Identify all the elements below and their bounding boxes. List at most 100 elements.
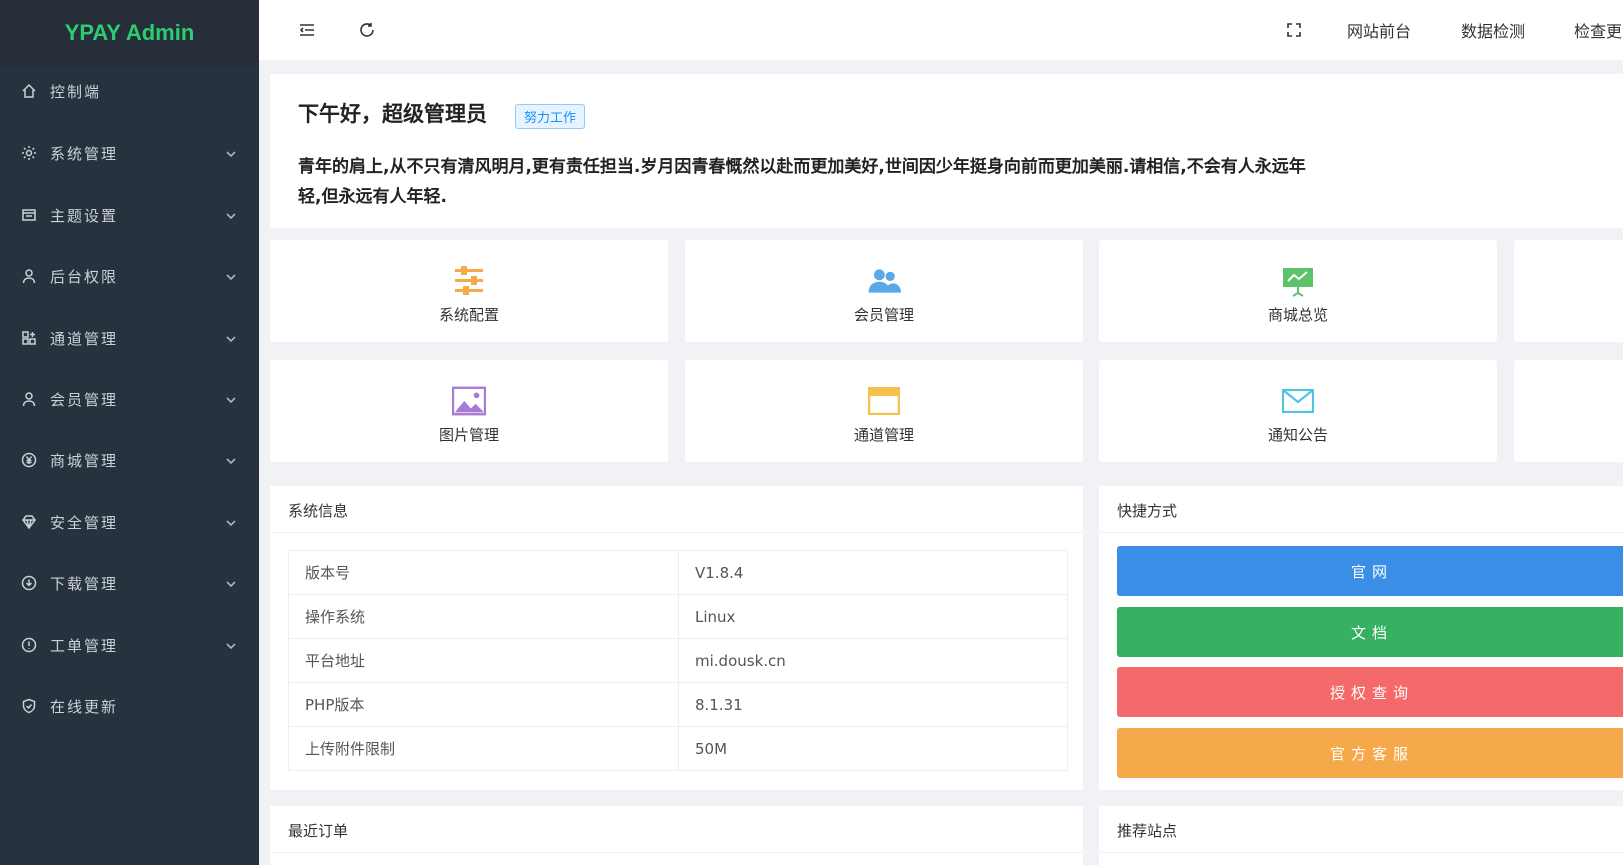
chevron-down-icon [225,269,239,283]
sidebar-item-label: 主题设置 [50,206,119,225]
shortcut-label: 系统配置 [438,306,499,324]
info-value: V1.8.4 [678,550,1068,595]
sidebar-item-label: 下载管理 [50,574,119,593]
table-row: 平台地址 mi.dousk.cn [288,638,1068,683]
sidebar: YPAY Admin 控制端 系统管理 主题设置 后台权限 通道管理 会员管理 … [0,0,259,865]
divider [1099,852,1623,853]
panel-title: 快捷方式 [1117,502,1178,520]
shortcut-card-channel[interactable]: 通道管理 [685,360,1083,462]
shield-icon [20,697,38,715]
shortcut-label: 通知公告 [1267,426,1328,444]
topbar-link-data-check[interactable]: 数据检测 [1461,18,1525,42]
recent-orders-panel: 最近订单 [270,806,1083,865]
refresh-icon[interactable] [355,18,379,42]
panel-title: 系统信息 [288,502,349,520]
sidebar-item-channel[interactable]: 通道管理 [0,318,259,358]
chevron-down-icon [225,392,239,406]
topbar-link-frontend[interactable]: 网站前台 [1347,18,1411,42]
table-row: 操作系统 Linux [288,594,1068,639]
sidebar-item-label: 在线更新 [50,697,119,716]
sidebar-item-label: 工单管理 [50,636,119,655]
topbar: 网站前台 数据检测 检查更 [259,0,1623,60]
sidebar-item-label: 安全管理 [50,513,119,532]
topbar-link-check-update[interactable]: 检查更 [1574,18,1622,42]
shortcut-card-images[interactable]: 图片管理 [270,360,668,462]
sidebar-item-permissions[interactable]: 后台权限 [0,256,259,296]
shortcut-card-members[interactable]: 会员管理 [685,240,1083,342]
sidebar-item-label: 控制端 [50,82,102,101]
sidebar-item-label: 商城管理 [50,451,119,470]
home-icon [20,82,38,100]
divider [270,532,1083,533]
status-badge: 努力工作 [515,104,586,129]
license-query-button[interactable]: 授权查询 [1117,667,1623,717]
shortcut-card-partial[interactable] [1514,360,1623,462]
sidebar-item-downloads[interactable]: 下载管理 [0,563,259,603]
official-support-button[interactable]: 官方客服 [1117,728,1623,778]
sidebar-item-security[interactable]: 安全管理 [0,502,259,542]
menu-toggle-icon[interactable] [295,18,319,42]
divider [270,852,1083,853]
gear-icon [20,144,38,162]
info-key: 版本号 [288,550,679,595]
docs-button[interactable]: 文档 [1117,607,1623,657]
sidebar-item-system[interactable]: 系统管理 [0,133,259,173]
chevron-down-icon [225,208,239,222]
chevron-down-icon [225,331,239,345]
info-icon [20,636,38,654]
shortcut-label: 会员管理 [853,306,914,324]
sidebar-item-members[interactable]: 会员管理 [0,379,259,419]
sidebar-item-update[interactable]: 在线更新 [0,686,259,726]
presentation-icon [1281,264,1315,298]
shortcut-card-partial[interactable] [1514,240,1623,342]
table-row: PHP版本 8.1.31 [288,682,1068,727]
grid-icon [20,329,38,347]
window-icon [20,206,38,224]
chevron-down-icon [225,453,239,467]
panel-title: 推荐站点 [1117,822,1178,840]
info-key: 平台地址 [288,638,679,683]
diamond-icon [20,513,38,531]
recommended-sites-panel: 推荐站点 [1099,806,1623,865]
shortcut-label: 通道管理 [853,426,914,444]
sidebar-item-label: 会员管理 [50,390,119,409]
download-icon [20,574,38,592]
official-site-button[interactable]: 官网 [1117,546,1623,596]
info-value: Linux [678,594,1068,639]
chevron-down-icon [225,515,239,529]
image-icon [452,384,486,418]
system-info-panel: 系统信息 版本号 V1.8.4 操作系统 Linux 平台地址 mi.dousk… [270,486,1083,790]
info-value: 50M [678,726,1068,771]
welcome-panel: 下午好，超级管理员 努力工作 青年的肩上,从不只有清风明月,更有责任担当.岁月因… [270,74,1623,228]
mail-icon [1281,384,1315,418]
shortcut-card-notices[interactable]: 通知公告 [1099,360,1497,462]
user-icon [20,267,38,285]
window-icon [867,384,901,418]
chevron-down-icon [225,638,239,652]
info-value: mi.dousk.cn [678,638,1068,683]
chevron-down-icon [225,146,239,160]
quick-links-panel: 快捷方式 官网 文档 授权查询 官方客服 [1099,486,1623,790]
sidebar-item-label: 后台权限 [50,267,119,286]
shortcut-label: 图片管理 [438,426,499,444]
system-info-table: 版本号 V1.8.4 操作系统 Linux 平台地址 mi.dousk.cn P… [288,550,1068,771]
sidebar-item-theme[interactable]: 主题设置 [0,195,259,235]
app-logo[interactable]: YPAY Admin [0,0,259,66]
sidebar-item-tickets[interactable]: 工单管理 [0,625,259,665]
info-key: 操作系统 [288,594,679,639]
info-key: PHP版本 [288,682,679,727]
info-value: 8.1.31 [678,682,1068,727]
table-row: 上传附件限制 50M [288,726,1068,771]
sidebar-item-mall[interactable]: 商城管理 [0,440,259,480]
shortcut-card-mall-overview[interactable]: 商城总览 [1099,240,1497,342]
shortcut-card-system-config[interactable]: 系统配置 [270,240,668,342]
shortcut-label: 商城总览 [1267,306,1328,324]
user-icon [20,390,38,408]
sidebar-item-label: 系统管理 [50,144,119,163]
fullscreen-icon[interactable] [1282,18,1306,42]
info-key: 上传附件限制 [288,726,679,771]
sliders-icon [452,264,486,298]
yen-icon [20,451,38,469]
users-icon [867,264,901,298]
sidebar-item-dashboard[interactable]: 控制端 [0,71,259,111]
